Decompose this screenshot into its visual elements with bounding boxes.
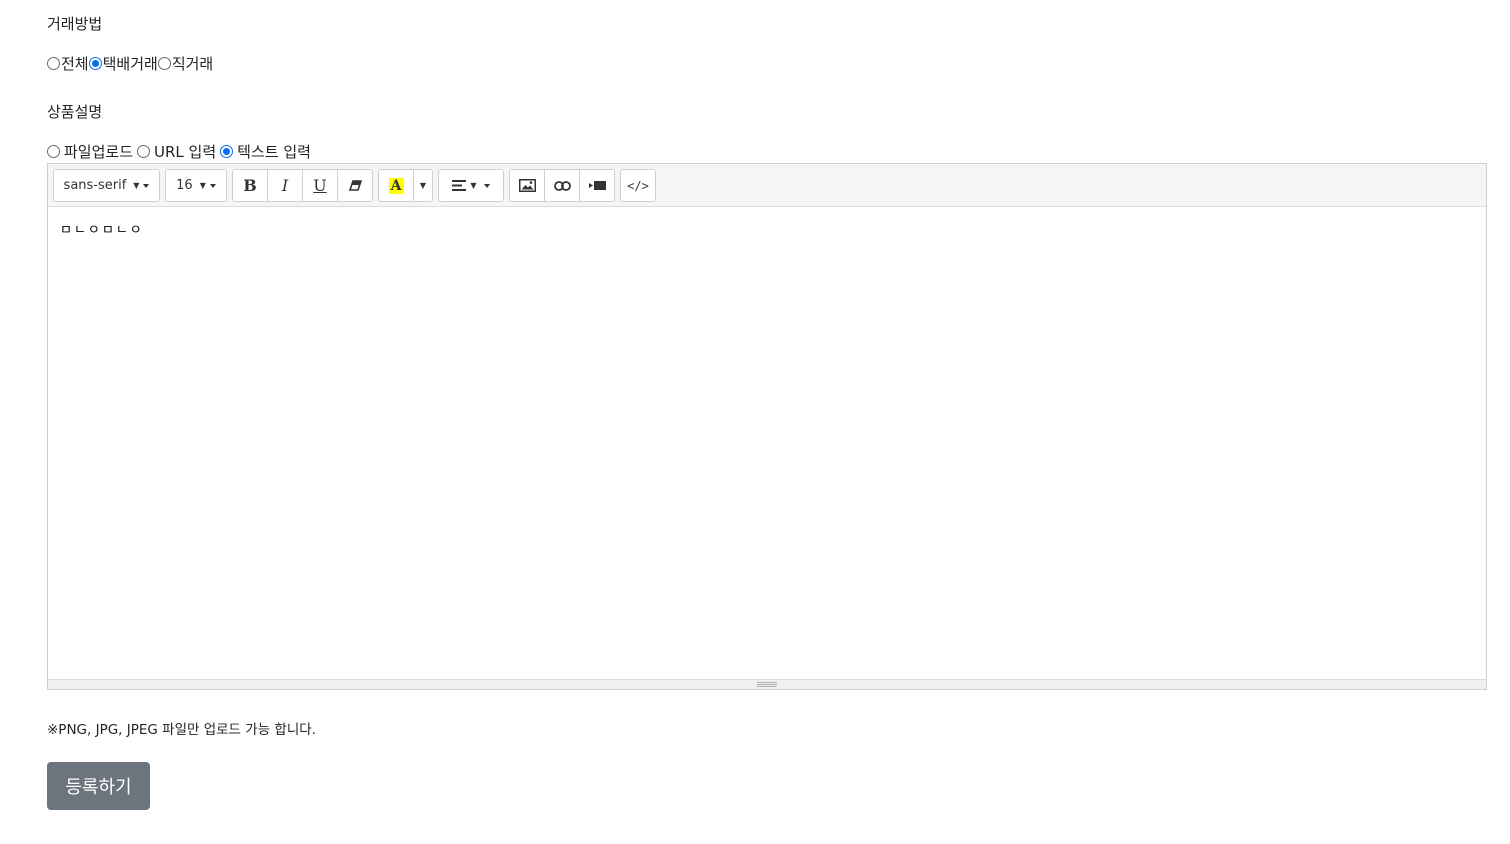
- picture-icon: [518, 179, 536, 192]
- caret-down-icon: ▼: [470, 181, 477, 190]
- insert-image-button[interactable]: [509, 169, 545, 202]
- code-view-icon: </>: [627, 178, 649, 193]
- insert-link-button[interactable]: [544, 169, 580, 202]
- video-icon: [588, 181, 606, 190]
- align-left-icon: [452, 180, 467, 191]
- text-input-radio[interactable]: [220, 145, 234, 158]
- font-style-group: B I U: [232, 169, 373, 202]
- underline-button[interactable]: U: [302, 169, 338, 202]
- upload-notice: ※PNG, JPG, JPEG 파일만 업로드 가능 합니다.: [47, 722, 316, 738]
- clear-format-button[interactable]: [337, 169, 373, 202]
- color-group: A ▼: [378, 169, 433, 202]
- url-input-radio[interactable]: [137, 145, 151, 158]
- paragraph-group: ▼: [438, 169, 504, 202]
- chevron-down-icon: [143, 183, 150, 188]
- trade-method-radio-group: 전체 택배거래 직거래: [47, 53, 213, 74]
- trade-method-label: 거래방법: [47, 15, 103, 33]
- insert-group: [509, 169, 615, 202]
- editor-content-text: ㅁㄴㅇㅁㄴㅇ: [60, 223, 144, 238]
- font-family-dropdown[interactable]: sans-serif ▼: [53, 169, 160, 202]
- resize-grip-icon: [757, 682, 777, 687]
- trade-direct-label[interactable]: 직거래: [172, 53, 213, 74]
- insert-video-button[interactable]: [579, 169, 615, 202]
- italic-icon: I: [281, 176, 289, 195]
- chevron-down-icon: [209, 183, 216, 188]
- link-icon: [553, 180, 571, 191]
- underline-icon: U: [313, 176, 327, 195]
- eraser-icon: [348, 180, 362, 191]
- trade-all-radio[interactable]: [47, 57, 60, 70]
- url-input-label[interactable]: URL 입력: [154, 141, 216, 162]
- text-input-label[interactable]: 텍스트 입력: [237, 141, 311, 162]
- description-mode-radio-group: 파일업로드 URL 입력 텍스트 입력: [47, 141, 315, 162]
- trade-delivery-radio[interactable]: [88, 57, 102, 70]
- view-group: </>: [620, 169, 656, 202]
- highlight-color-button[interactable]: A: [378, 169, 414, 202]
- font-family-value: sans-serif: [63, 178, 127, 193]
- font-size-value: 16: [176, 178, 193, 193]
- font-size-check-icon: ▼: [199, 181, 206, 190]
- trade-all-label[interactable]: 전체: [61, 53, 89, 74]
- text-color-icon: A: [388, 177, 404, 194]
- chevron-down-icon: [483, 183, 490, 188]
- font-family-check-icon: ▼: [133, 181, 140, 190]
- bold-button[interactable]: B: [232, 169, 268, 202]
- editor-toolbar: sans-serif ▼ 16 ▼ B I U A ▼ ▼ </>: [48, 164, 1486, 207]
- editor-resize-bar[interactable]: [48, 679, 1486, 689]
- trade-delivery-label[interactable]: 택배거래: [103, 53, 158, 74]
- font-size-dropdown[interactable]: 16 ▼: [165, 169, 227, 202]
- italic-button[interactable]: I: [267, 169, 303, 202]
- font-size-group: 16 ▼: [165, 169, 227, 202]
- caret-down-icon: ▼: [419, 181, 427, 190]
- file-upload-label[interactable]: 파일업로드: [64, 141, 133, 162]
- editor-content-area[interactable]: ㅁㄴㅇㅁㄴㅇ: [48, 207, 1486, 679]
- trade-direct-radio[interactable]: [157, 57, 171, 70]
- font-family-group: sans-serif ▼: [53, 169, 160, 202]
- paragraph-align-dropdown[interactable]: ▼: [438, 169, 504, 202]
- product-description-label: 상품설명: [47, 103, 103, 121]
- bold-icon: B: [243, 176, 257, 195]
- submit-button[interactable]: 등록하기: [47, 762, 150, 810]
- rich-text-editor: sans-serif ▼ 16 ▼ B I U A ▼ ▼ </> ㅁㄴㅇㅁㄴㅇ: [47, 163, 1487, 690]
- color-dropdown-toggle[interactable]: ▼: [413, 169, 433, 202]
- file-upload-radio[interactable]: [47, 145, 60, 158]
- code-view-button[interactable]: </>: [620, 169, 656, 202]
